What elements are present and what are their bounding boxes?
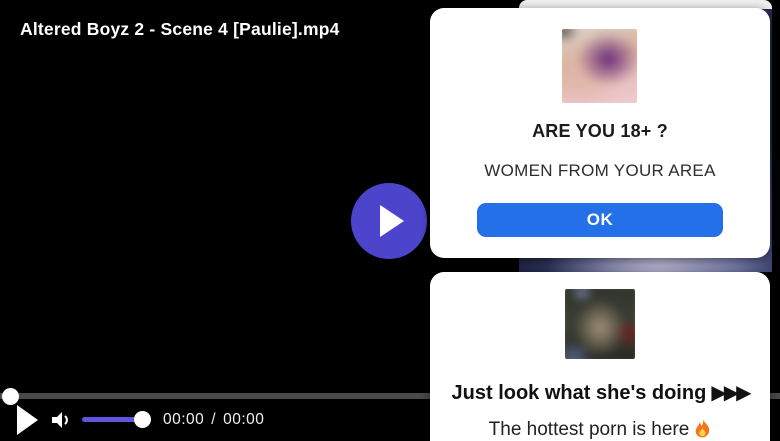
age-popup-subheading: WOMEN FROM YOUR AREA: [484, 161, 716, 180]
time-separator: /: [211, 411, 217, 428]
ok-button[interactable]: OK: [477, 203, 723, 237]
big-play-button[interactable]: [351, 183, 427, 259]
play-icon: [380, 205, 404, 237]
age-popup: ARE YOU 18+ ? WOMEN FROM YOUR AREA OK: [430, 8, 770, 258]
fire-icon: [695, 419, 710, 438]
time-display: 00:00 / 00:00: [163, 411, 264, 429]
volume-icon[interactable]: [49, 408, 73, 432]
promo-popup-subheading: The hottest porn is here: [430, 419, 770, 441]
age-popup-thumbnail[interactable]: [562, 29, 637, 103]
current-time: 00:00: [163, 411, 205, 428]
ad-thumbnail-image: [565, 289, 635, 359]
age-popup-heading: ARE YOU 18+ ?: [532, 121, 668, 141]
triple-play-arrows-icon: ▶▶▶: [711, 382, 751, 404]
promo-popup: Just look what she's doing ▶▶▶ The hottes…: [430, 272, 770, 441]
duration: 00:00: [223, 411, 265, 428]
promo-popup-thumbnail[interactable]: [565, 289, 635, 359]
ad-thumbnail-image: [562, 29, 637, 103]
volume-handle[interactable]: [134, 411, 151, 428]
promo-popup-heading: Just look what she's doing ▶▶▶: [451, 382, 752, 404]
video-title: Altered Boyz 2 - Scene 4 [Paulie].mp4: [20, 19, 340, 39]
video-player: Altered Boyz 2 - Scene 4 [Paulie].mp4 00…: [0, 0, 780, 441]
seek-handle[interactable]: [2, 388, 19, 405]
play-button[interactable]: [17, 405, 38, 435]
